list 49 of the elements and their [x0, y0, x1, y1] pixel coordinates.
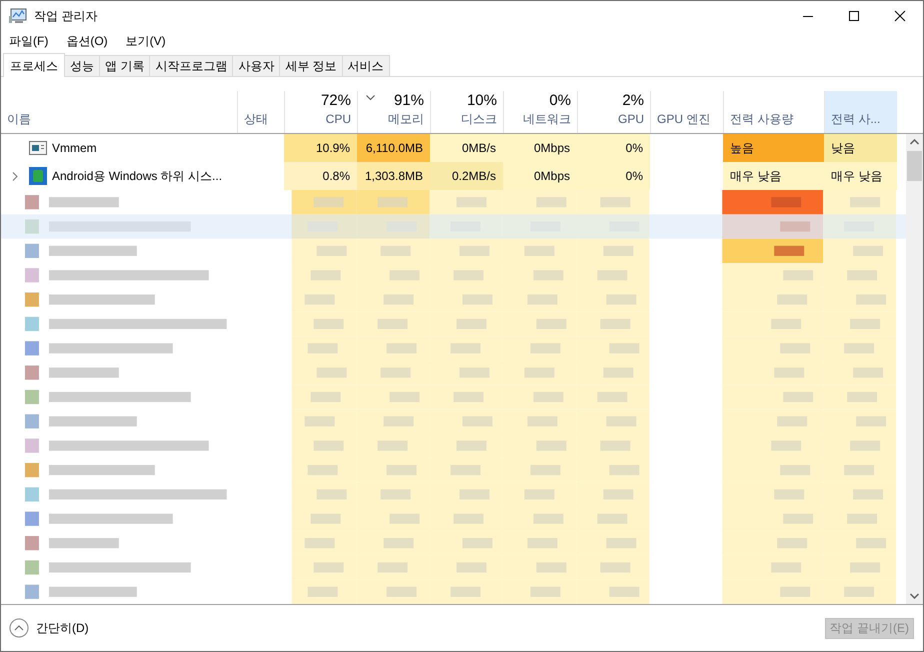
table-cell: 10.9%: [284, 134, 357, 162]
expand-chevron-icon[interactable]: [12, 172, 18, 180]
table-cell: 높음: [723, 134, 824, 162]
sort-caret-icon: [366, 95, 375, 101]
tab[interactable]: 사용자: [233, 55, 280, 76]
menu-item[interactable]: 보기(V): [120, 32, 171, 50]
column-header[interactable]: 이름: [1, 91, 237, 133]
tab[interactable]: 성능: [65, 55, 100, 76]
column-header[interactable]: 10% 디스크: [430, 91, 503, 133]
window-icon: [29, 141, 47, 155]
tab[interactable]: 서비스: [342, 55, 390, 76]
collapse-toggle[interactable]: 간단히(D): [9, 618, 89, 638]
column-header[interactable]: 2% GPU: [577, 91, 650, 133]
table-cell: 매우 낮음: [723, 162, 824, 190]
chevron-up-circle-icon: [9, 618, 29, 638]
column-header[interactable]: GPU 엔진: [650, 91, 723, 133]
monitor-icon: [9, 8, 27, 24]
column-header[interactable]: 0% 네트워크: [503, 91, 577, 133]
column-header[interactable]: 91% 메모리: [357, 91, 430, 133]
column-header[interactable]: 72% CPU: [284, 91, 357, 133]
table-cell: 0%: [577, 162, 650, 190]
table-cell: 6,110.0MB: [357, 134, 430, 162]
table-cell: 0Mbps: [503, 134, 577, 162]
table-cell: 0Mbps: [503, 162, 577, 190]
table-cell: 0.8%: [284, 162, 357, 190]
table-cell: 0.2MB/s: [430, 162, 503, 190]
table-cell: 매우 낮음: [824, 162, 897, 190]
menu-item[interactable]: 옵션(O): [61, 32, 113, 50]
scrollbar[interactable]: [906, 134, 923, 604]
scroll-down-icon[interactable]: [910, 593, 919, 599]
process-name: Android용 Windows 하위 시스...: [52, 168, 222, 185]
table-cell: 낮음: [824, 134, 897, 162]
table-cell: 0%: [577, 134, 650, 162]
window-title: 작업 관리자: [34, 8, 98, 25]
app-icon: [29, 167, 47, 185]
close-icon[interactable]: [894, 10, 906, 22]
scroll-thumb[interactable]: [907, 151, 922, 181]
column-header[interactable]: 상태: [237, 91, 284, 133]
process-name: Vmmem: [52, 140, 97, 157]
menu-item[interactable]: 파일(F): [4, 32, 54, 50]
maximize-icon[interactable]: [849, 11, 859, 21]
tab[interactable]: 프로세스: [3, 53, 65, 77]
scroll-up-icon[interactable]: [910, 139, 919, 145]
tab[interactable]: 시작프로그램: [150, 55, 234, 76]
table-cell: 0MB/s: [430, 134, 503, 162]
tab[interactable]: 세부 정보: [280, 55, 343, 76]
table-cell: 1,303.8MB: [357, 162, 430, 190]
column-header[interactable]: 전력 사...: [824, 91, 897, 133]
tab[interactable]: 앱 기록: [100, 55, 150, 76]
